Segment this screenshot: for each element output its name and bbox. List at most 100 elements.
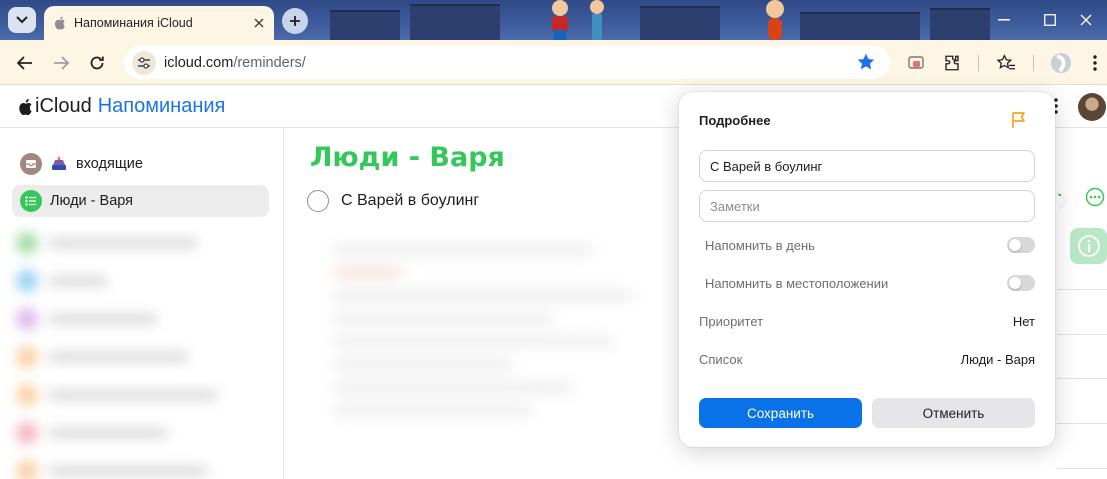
- close-tab-icon[interactable]: [254, 18, 264, 28]
- plus-icon: [290, 16, 300, 26]
- reminder-item[interactable]: С Варей в боулинг: [307, 190, 479, 212]
- reminder-title[interactable]: С Варей в боулинг: [341, 192, 479, 210]
- row-divider: [1057, 423, 1107, 424]
- remind-on-day-label: Напомнить в день: [705, 237, 815, 253]
- remind-on-day-toggle[interactable]: [1007, 237, 1035, 253]
- reminder-complete-checkbox[interactable]: [307, 190, 329, 212]
- browser-tab-strip: Напоминания iCloud: [0, 0, 1107, 40]
- media-icon: [908, 56, 924, 69]
- cartoon-character-icon: [590, 0, 604, 40]
- browser-menu-button[interactable]: [1082, 50, 1107, 76]
- background-building: [330, 10, 400, 40]
- apple-logo-icon: [19, 98, 32, 115]
- browser-toolbar: icloud.com/reminders/: [0, 40, 1107, 85]
- blurred-lists-area: [10, 228, 272, 479]
- background-building: [640, 6, 720, 40]
- blurred-reminders-area: [293, 231, 673, 479]
- blurred-list-row: [10, 456, 272, 479]
- sidebar-item-label: входящие: [76, 156, 143, 172]
- site-info-button[interactable]: [132, 50, 156, 75]
- maximize-icon: [1044, 14, 1056, 26]
- extensions-button[interactable]: [939, 50, 965, 76]
- tray-icon: [26, 160, 36, 168]
- priority-row[interactable]: Приоритет Нет: [699, 311, 1035, 331]
- details-popover: Подробнее С Варей в боулинг Заметки Напо…: [679, 92, 1055, 447]
- notes-field[interactable]: Заметки: [699, 190, 1035, 222]
- sidebar-item-inbox[interactable]: входящие: [12, 148, 269, 180]
- account-avatar[interactable]: [1078, 93, 1106, 121]
- list-label: Список: [699, 351, 743, 367]
- more-options-icon[interactable]: [1085, 187, 1105, 207]
- forward-button[interactable]: [46, 48, 76, 78]
- list-row[interactable]: Список Люди - Варя: [699, 349, 1035, 369]
- reminder-info-button[interactable]: [1070, 228, 1107, 264]
- blurred-list-row: [10, 228, 272, 258]
- minimize-icon: [998, 19, 1010, 21]
- profile-avatar-icon: [1051, 53, 1071, 73]
- background-building: [800, 12, 920, 40]
- brand-icloud: iCloud: [35, 95, 92, 117]
- browser-tab-active[interactable]: Напоминания iCloud: [44, 6, 274, 40]
- remind-at-location-toggle[interactable]: [1007, 275, 1035, 291]
- more-vertical-icon: [1093, 55, 1097, 71]
- profile-button[interactable]: [1048, 50, 1074, 76]
- remind-at-location-row: Напомнить в местоположении: [699, 273, 1035, 293]
- tune-icon: [138, 56, 150, 69]
- arrow-left-icon: [17, 56, 32, 70]
- blurred-list-row: [10, 342, 272, 372]
- blurred-list-row: [10, 380, 272, 410]
- bullet-list-icon: [25, 196, 36, 206]
- reload-icon: [90, 56, 104, 70]
- close-icon: [1080, 14, 1092, 26]
- url-text: icloud.com/reminders/: [164, 55, 306, 71]
- list-icon: [20, 190, 42, 212]
- blurred-list-row: [10, 418, 272, 448]
- blurred-list-row: [10, 304, 272, 334]
- tab-title: Напоминания iCloud: [74, 16, 193, 30]
- row-divider: [1057, 334, 1107, 335]
- row-divider: [1057, 289, 1107, 290]
- cancel-button[interactable]: Отменить: [872, 398, 1035, 428]
- inbox-tray-emoji-icon: [52, 157, 66, 170]
- list-value[interactable]: Люди - Варя: [961, 352, 1035, 367]
- bookmark-star-icon[interactable]: [856, 52, 876, 72]
- brand-app-name: Напоминания: [97, 95, 226, 117]
- toolbar-divider: [1033, 55, 1034, 71]
- cast-extension-icon[interactable]: [904, 50, 930, 76]
- list-title: Люди - Варя: [310, 142, 505, 173]
- address-bar[interactable]: icloud.com/reminders/: [124, 46, 890, 79]
- remind-on-day-row: Напомнить в день: [699, 235, 1035, 255]
- background-building: [410, 4, 500, 40]
- apple-logo-icon: [55, 16, 65, 30]
- cartoon-character-icon: [766, 0, 784, 40]
- bookmarks-button[interactable]: [993, 50, 1019, 76]
- minimize-button[interactable]: [981, 0, 1027, 40]
- sidebar: входящие Люди - Варя: [0, 128, 284, 479]
- save-button[interactable]: Сохранить: [699, 398, 862, 428]
- puzzle-icon: [945, 55, 959, 71]
- url-host: icloud.com: [164, 54, 234, 71]
- close-window-button[interactable]: [1063, 0, 1107, 40]
- url-path: /reminders/: [233, 54, 306, 71]
- chevron-down-icon: [16, 16, 28, 24]
- sidebar-item-label: Люди - Варя: [50, 193, 134, 209]
- arrow-right-icon: [54, 56, 69, 70]
- flag-icon[interactable]: [1009, 110, 1029, 130]
- reminder-title-field[interactable]: С Варей в боулинг: [699, 150, 1035, 182]
- cartoon-character-icon: [552, 0, 568, 40]
- toolbar-divider: [978, 55, 979, 71]
- back-button[interactable]: [10, 48, 40, 78]
- remind-at-location-label: Напомнить в местоположении: [705, 275, 889, 291]
- info-icon: [1077, 235, 1100, 257]
- star-list-icon: [996, 54, 1015, 70]
- priority-label: Приоритет: [699, 313, 764, 329]
- app-brand[interactable]: iCloud Напоминания: [18, 95, 225, 118]
- tab-search-button[interactable]: [8, 7, 36, 33]
- row-divider: [1057, 378, 1107, 379]
- priority-value[interactable]: Нет: [1013, 314, 1035, 329]
- new-tab-button[interactable]: [282, 8, 308, 34]
- popover-title: Подробнее: [699, 113, 771, 128]
- row-divider: [1057, 468, 1107, 469]
- reload-button[interactable]: [82, 48, 112, 78]
- sidebar-item-people-varya[interactable]: Люди - Варя: [12, 185, 269, 217]
